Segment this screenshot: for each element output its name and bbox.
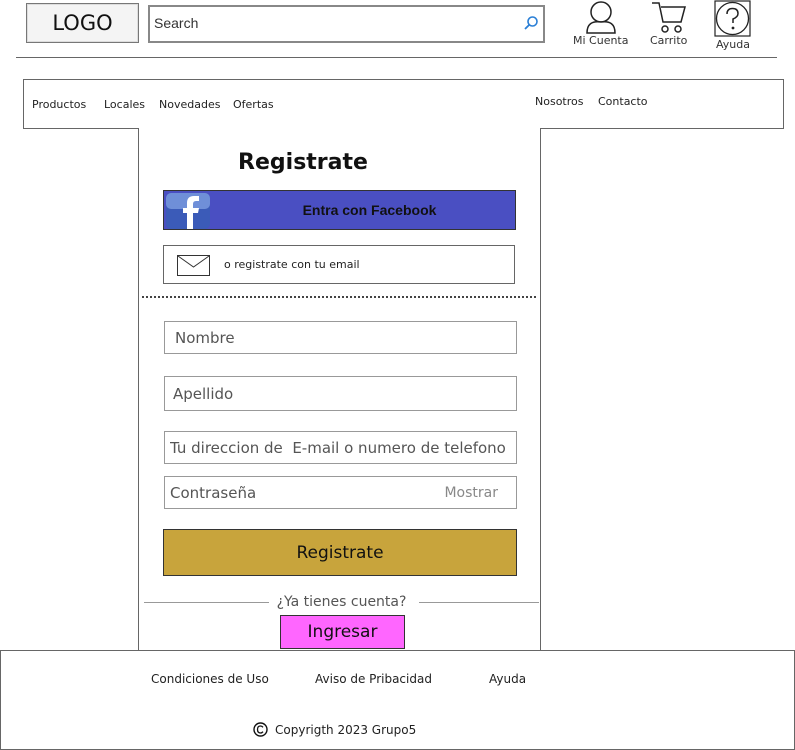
contact-input[interactable]: [165, 432, 516, 463]
help-button[interactable]: Ayuda: [714, 0, 752, 51]
cart-label: Carrito: [650, 34, 688, 47]
footer-link-terms[interactable]: Condiciones de Uso: [151, 672, 269, 686]
user-icon: [585, 1, 616, 34]
logo[interactable]: LOGO: [26, 3, 139, 43]
register-button[interactable]: Registrate: [163, 529, 517, 576]
facebook-login-label: Entra con Facebook: [302, 202, 437, 218]
copyright-text: Copyrigth 2023 Grupo5: [275, 722, 417, 737]
account-button[interactable]: Mi Cuenta: [573, 0, 629, 47]
show-password-toggle[interactable]: Mostrar: [444, 485, 498, 501]
page-title: Registrate: [238, 150, 368, 175]
email-register-option[interactable]: o registrate con tu email: [163, 245, 515, 284]
search-bar: [148, 5, 545, 43]
help-icon: [714, 0, 751, 37]
footer-link-help[interactable]: Ayuda: [489, 672, 526, 686]
dotted-divider: [142, 296, 536, 298]
search-icon[interactable]: [523, 15, 539, 31]
nav-link-locales[interactable]: Locales: [104, 98, 145, 111]
nav-link-ofertas[interactable]: Ofertas: [233, 98, 274, 111]
search-input[interactable]: [152, 13, 516, 33]
facebook-login-button[interactable]: Entra con Facebook: [163, 190, 516, 230]
cart-icon: [651, 2, 686, 33]
name-field: [164, 321, 517, 354]
copyright: Copyrigth 2023 Grupo5: [253, 722, 416, 737]
nav-link-nosotros[interactable]: Nosotros: [535, 95, 583, 108]
have-account-divider: ¿Ya tienes cuenta?: [144, 594, 539, 612]
name-input[interactable]: [165, 322, 516, 353]
nav-link-productos[interactable]: Productos: [32, 98, 86, 111]
lastname-field: [164, 376, 517, 411]
nav-link-contacto[interactable]: Contacto: [598, 95, 648, 108]
contact-field: [164, 431, 517, 464]
account-label: Mi Cuenta: [573, 34, 629, 47]
copyright-icon: [253, 722, 268, 737]
have-account-text: ¿Ya tienes cuenta?: [276, 594, 407, 610]
help-label: Ayuda: [716, 38, 750, 51]
nav-link-novedades[interactable]: Novedades: [159, 98, 220, 111]
lastname-input[interactable]: [165, 377, 516, 410]
cart-button[interactable]: Carrito: [650, 0, 687, 47]
email-option-label: o registrate con tu email: [224, 258, 360, 271]
header-divider: [16, 57, 777, 58]
password-field: Mostrar: [164, 476, 517, 509]
footer-link-privacy[interactable]: Aviso de Pribacidad: [315, 672, 432, 686]
envelope-icon: [177, 255, 210, 276]
login-button[interactable]: Ingresar: [280, 615, 405, 649]
